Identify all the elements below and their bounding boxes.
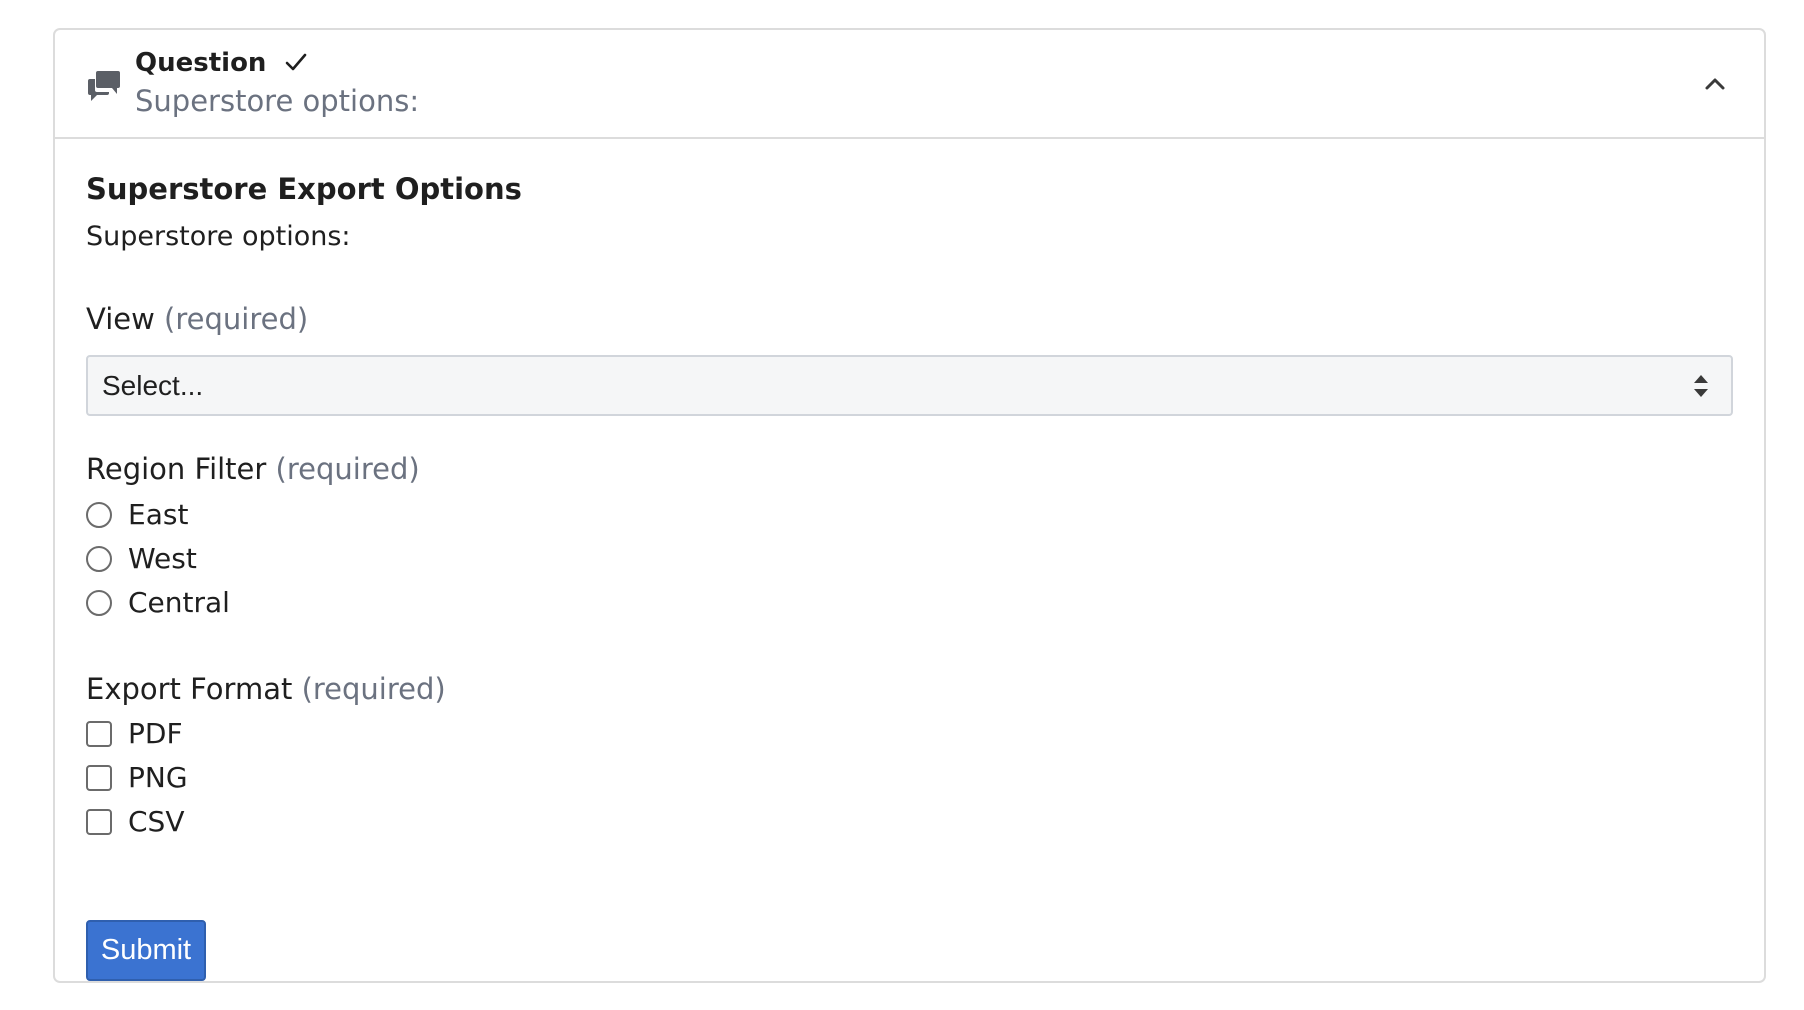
- form-title: Superstore Export Options: [86, 172, 522, 206]
- region-label: Region Filter (required): [86, 450, 420, 488]
- option-label: East: [128, 498, 189, 531]
- option-label: PNG: [128, 761, 188, 794]
- check-icon: [285, 53, 306, 70]
- chat-bubbles-icon: [88, 71, 120, 101]
- view-label: View (required): [86, 300, 308, 338]
- radio-button[interactable]: [86, 502, 112, 528]
- question-header[interactable]: Question Superstore options:: [55, 30, 1764, 139]
- option-label: West: [128, 542, 197, 575]
- format-option-pdf[interactable]: PDF: [86, 716, 183, 752]
- option-label: PDF: [128, 717, 183, 750]
- region-option-east[interactable]: East: [86, 497, 188, 533]
- format-label: Export Format (required): [86, 670, 446, 708]
- select-caret-icon: [1694, 375, 1708, 397]
- region-label-text: Region Filter: [86, 452, 267, 486]
- chevron-up-icon[interactable]: [1700, 69, 1730, 99]
- checkbox[interactable]: [86, 809, 112, 835]
- region-option-central[interactable]: Central: [86, 585, 230, 621]
- format-option-png[interactable]: PNG: [86, 760, 188, 796]
- radio-button[interactable]: [86, 546, 112, 572]
- format-label-text: Export Format: [86, 672, 293, 706]
- option-label: CSV: [128, 805, 185, 838]
- region-option-west[interactable]: West: [86, 541, 197, 577]
- option-label: Central: [128, 586, 230, 619]
- checkbox[interactable]: [86, 721, 112, 747]
- question-title: Question: [135, 46, 308, 80]
- required-marker: (required): [275, 452, 420, 486]
- form-description: Superstore options:: [86, 221, 351, 252]
- view-label-text: View: [86, 302, 155, 336]
- required-marker: (required): [164, 302, 309, 336]
- view-select-value: Select...: [102, 370, 204, 401]
- checkbox[interactable]: [86, 765, 112, 791]
- question-title-text: Question: [135, 48, 267, 78]
- question-subtitle: Superstore options:: [135, 84, 420, 118]
- question-card: Question Superstore options: Superstore …: [53, 28, 1766, 983]
- submit-button[interactable]: Submit: [86, 920, 206, 981]
- view-select[interactable]: Select...: [86, 355, 1733, 416]
- radio-button[interactable]: [86, 590, 112, 616]
- format-option-csv[interactable]: CSV: [86, 804, 184, 840]
- required-marker: (required): [301, 672, 446, 706]
